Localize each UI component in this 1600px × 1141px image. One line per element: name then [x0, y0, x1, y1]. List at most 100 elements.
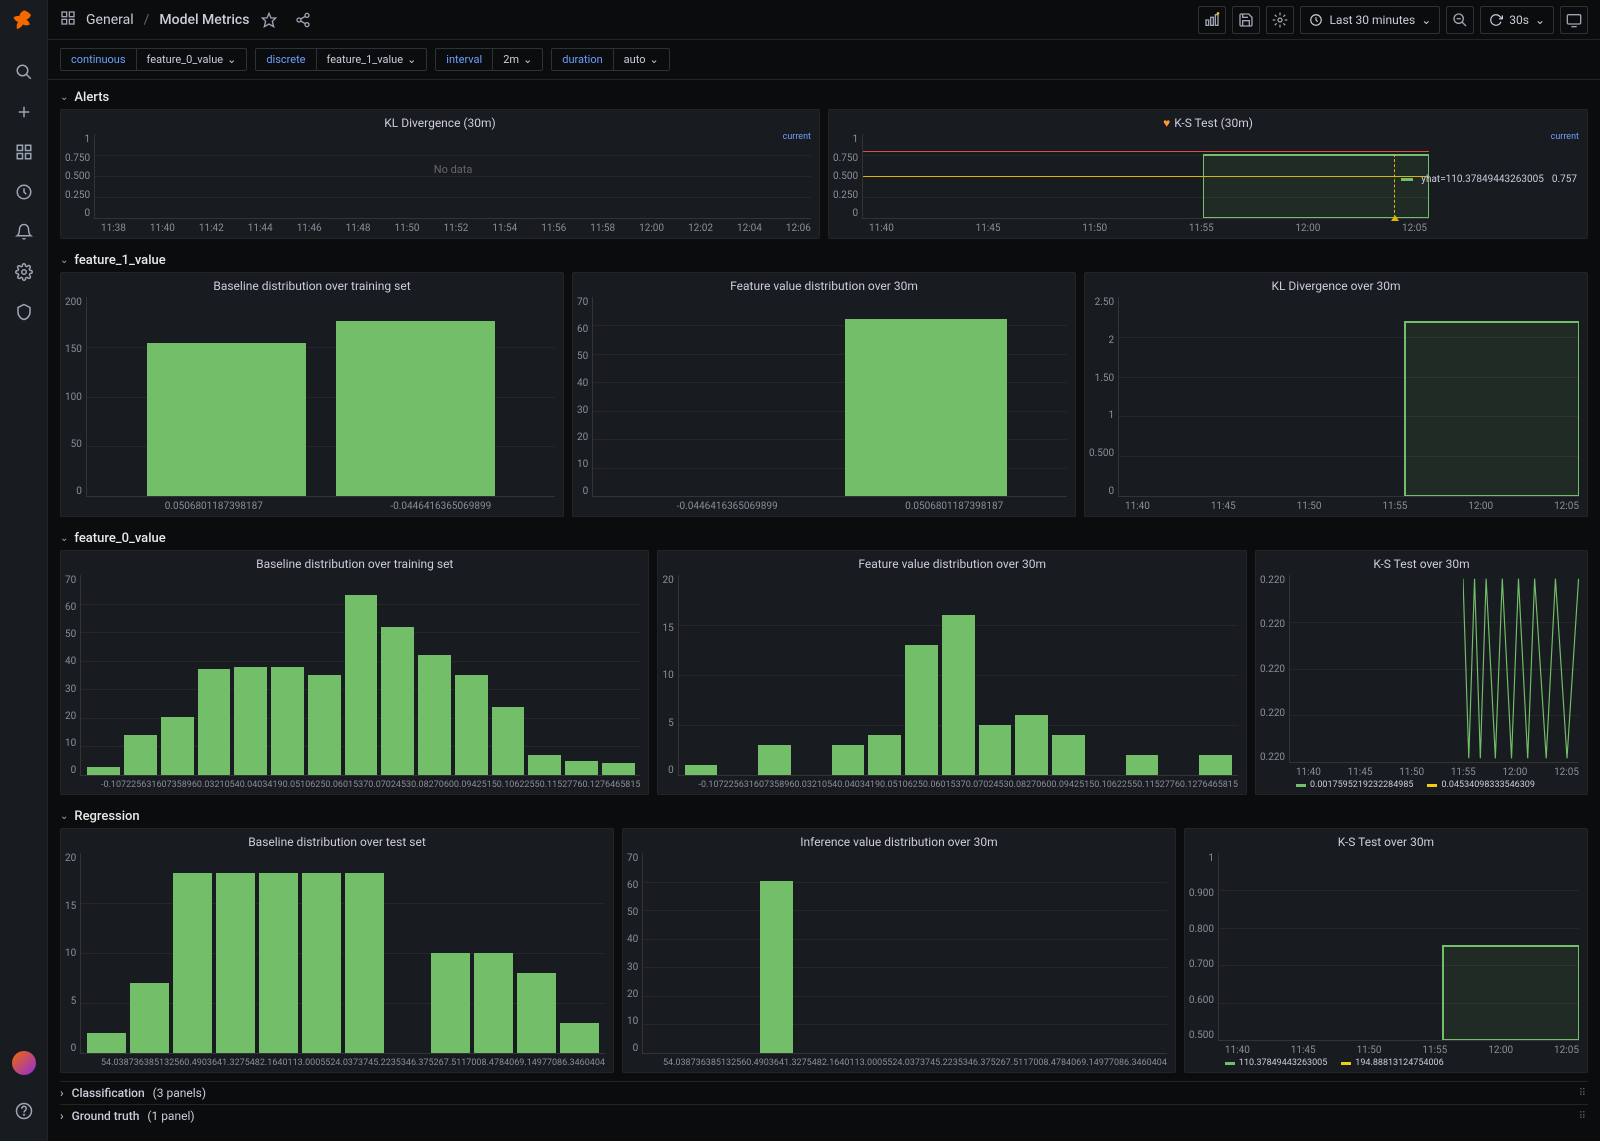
add-panel-button[interactable]: [1198, 6, 1226, 34]
refresh-picker[interactable]: 30s ⌄: [1480, 6, 1554, 34]
variable-discrete[interactable]: discretefeature_1_value ⌄: [255, 48, 427, 71]
x-axis: 54.038736385132560.4903641.3275482.16401…: [61, 1056, 613, 1068]
chart-plot: [86, 297, 555, 497]
x-axis: 11:4011:4511:5011:5512:0012:05: [1185, 1043, 1587, 1056]
drag-handle-icon[interactable]: ⠿: [1579, 1088, 1588, 1099]
y-axis: 20151050: [662, 575, 677, 776]
panel-reg-baseline[interactable]: Baseline distribution over test set 2015…: [60, 828, 614, 1073]
drag-handle-icon[interactable]: ⠿: [1579, 1111, 1588, 1122]
row-toggle-alerts[interactable]: ⌄Alerts: [60, 84, 1588, 109]
grafana-logo[interactable]: [10, 8, 38, 36]
chevron-down-icon: ⌄: [227, 53, 236, 66]
y-axis: 0.2200.2200.2200.2200.220: [1260, 575, 1289, 763]
row-toggle-classification[interactable]: › Classification (3 panels) ⠿: [60, 1081, 1588, 1104]
dashboard-header: General / Model Metrics Last 30 minutes …: [48, 0, 1600, 40]
panel-f1-feat-dist[interactable]: Feature value distribution over 30m 7060…: [572, 272, 1076, 517]
alerting-icon[interactable]: [8, 216, 40, 248]
panel-kl-divergence-30m[interactable]: KL Divergence (30m) current 10.7500.5000…: [60, 109, 820, 239]
y-axis: 706050403020100: [577, 297, 592, 497]
settings-button[interactable]: [1266, 6, 1294, 34]
time-range-label: Last 30 minutes: [1329, 13, 1415, 27]
x-axis: -0.107225631607358960.03210540.04034190.…: [61, 778, 648, 790]
chevron-down-icon: ⌄: [407, 53, 416, 66]
search-icon[interactable]: [8, 56, 40, 88]
legend-swatch: [1427, 784, 1437, 787]
panel-reg-inference[interactable]: Inference value distribution over 30m 70…: [622, 828, 1176, 1073]
variable-bar: continuousfeature_0_value ⌄ discretefeat…: [48, 40, 1600, 80]
y-axis: 10.7500.5000.2500: [65, 134, 94, 219]
plus-icon[interactable]: [8, 96, 40, 128]
x-axis: 54.038736385132560.4903641.3275482.16401…: [623, 1056, 1175, 1068]
chevron-down-icon: ⌄: [60, 811, 68, 822]
breadcrumb-dashboard[interactable]: Model Metrics: [159, 12, 249, 28]
chevron-down-icon: ⌄: [60, 533, 68, 544]
chart-plot: [678, 575, 1238, 776]
refresh-interval-label: 30s: [1509, 13, 1529, 27]
x-axis: 11:4011:4511:5011:5512:0012:05: [1256, 765, 1587, 778]
chart-plot: [80, 853, 605, 1054]
panel-f0-feat-dist[interactable]: Feature value distribution over 30m 2015…: [657, 550, 1246, 795]
legend-swatch: [1296, 784, 1306, 787]
x-axis: 11:4011:4511:5011:5512:0012:05: [829, 221, 1587, 234]
legend-swatch: [1401, 178, 1413, 181]
y-axis: 706050403020100: [65, 575, 80, 776]
breadcrumb: General / Model Metrics: [60, 10, 249, 30]
time-range-picker[interactable]: Last 30 minutes ⌄: [1300, 6, 1440, 34]
variable-interval[interactable]: interval2m ⌄: [435, 48, 543, 71]
chart-plot: [592, 297, 1067, 497]
help-icon[interactable]: [8, 1095, 40, 1127]
breadcrumb-separator: /: [144, 12, 150, 28]
sidebar: [0, 0, 48, 1141]
zoom-out-button[interactable]: [1446, 6, 1474, 34]
chevron-down-icon: ⌄: [60, 92, 68, 103]
row-toggle-feature-0[interactable]: ⌄feature_0_value: [60, 525, 1588, 550]
chevron-down-icon: ⌄: [523, 53, 532, 66]
legend: 110.37849443263005 194.88813124754006: [1185, 1056, 1587, 1068]
save-button[interactable]: [1232, 6, 1260, 34]
chart-plot: [642, 853, 1167, 1054]
chart-plot: [1118, 297, 1579, 497]
breadcrumb-folder[interactable]: General: [86, 12, 134, 28]
chevron-right-icon: ›: [60, 1086, 64, 1100]
legend-swatch: [1225, 1062, 1235, 1065]
y-axis: 20151050: [65, 853, 80, 1054]
panel-title: KL Divergence over 30m: [1085, 273, 1587, 295]
chart-plot: [1289, 575, 1579, 763]
star-icon[interactable]: [255, 6, 283, 34]
user-avatar[interactable]: [12, 1051, 36, 1075]
panel-f1-kl30[interactable]: KL Divergence over 30m 2.5021.5010.5000 …: [1084, 272, 1588, 517]
row-toggle-regression[interactable]: ⌄Regression: [60, 803, 1588, 828]
variable-duration[interactable]: durationauto ⌄: [551, 48, 669, 71]
panel-f0-ks30[interactable]: K-S Test over 30m 0.2200.2200.2200.2200.…: [1255, 550, 1588, 795]
no-data-text: No data: [95, 163, 811, 176]
panel-ks-test-30m[interactable]: ♥K-S Test (30m) current 10.7500.5000.250…: [828, 109, 1588, 239]
panel-f0-baseline[interactable]: Baseline distribution over training set …: [60, 550, 649, 795]
legend: 0.0017595219232284985 0.0453409833354630…: [1256, 778, 1587, 790]
chevron-down-icon: ⌄: [1535, 13, 1545, 27]
server-admin-icon[interactable]: [8, 296, 40, 328]
panel-title: Baseline distribution over test set: [61, 829, 613, 851]
panel-title: K-S Test over 30m: [1185, 829, 1587, 851]
row-toggle-feature-1[interactable]: ⌄feature_1_value: [60, 247, 1588, 272]
row-toggle-ground-truth[interactable]: › Ground truth (1 panel) ⠿: [60, 1104, 1588, 1127]
panel-f1-baseline[interactable]: Baseline distribution over training set …: [60, 272, 564, 517]
chevron-down-icon: ⌄: [649, 53, 658, 66]
panel-title: K-S Test over 30m: [1256, 551, 1587, 573]
configuration-icon[interactable]: [8, 256, 40, 288]
y-axis: 200150100500: [65, 297, 86, 497]
chart-plot: [80, 575, 640, 776]
heart-icon: ♥: [1163, 116, 1170, 130]
chart-plot: [862, 134, 1429, 219]
explore-icon[interactable]: [8, 176, 40, 208]
y-axis: 2.5021.5010.5000: [1089, 297, 1118, 497]
share-icon[interactable]: [289, 6, 317, 34]
panel-reg-ks30[interactable]: K-S Test over 30m 10.9000.8000.7000.6000…: [1184, 828, 1588, 1073]
x-axis: -0.107225631607358960.03210540.04034190.…: [658, 778, 1245, 790]
panel-title: Feature value distribution over 30m: [573, 273, 1075, 295]
dashboards-icon[interactable]: [8, 136, 40, 168]
dashboards-nav-icon[interactable]: [60, 10, 76, 30]
variable-continuous[interactable]: continuousfeature_0_value ⌄: [60, 48, 247, 71]
panel-title: Feature value distribution over 30m: [658, 551, 1245, 573]
x-axis: 0.0506801187398187-0.0446416365069899: [61, 499, 563, 512]
cycle-view-button[interactable]: [1560, 6, 1588, 34]
